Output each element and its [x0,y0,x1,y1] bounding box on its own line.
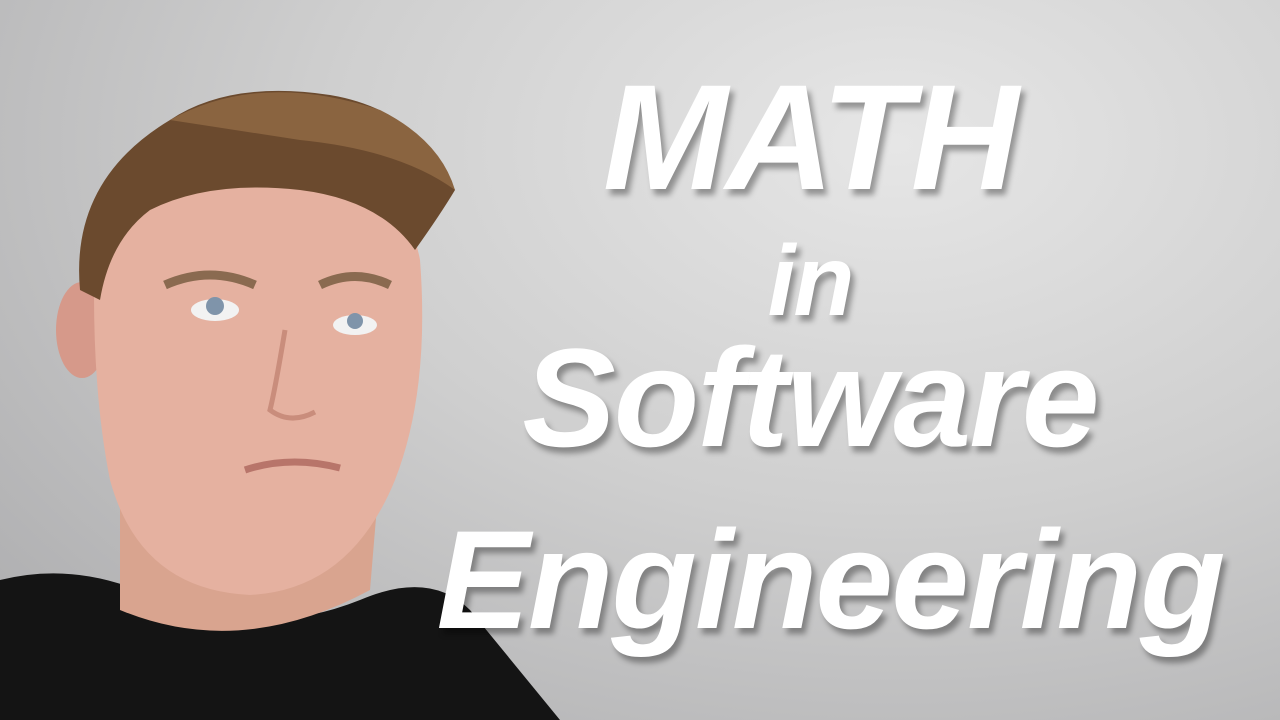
title-line-math: MATH [602,53,1019,221]
title-line-software: Software [522,319,1099,476]
title-line-engineering: Engineering [436,501,1226,658]
iris-right [347,313,363,329]
iris-left [206,297,224,315]
